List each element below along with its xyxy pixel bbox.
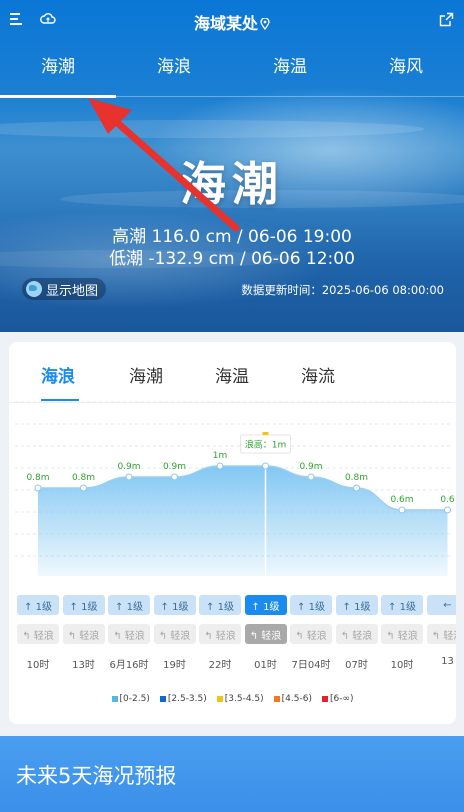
tab-temperature[interactable]: 海温 bbox=[232, 52, 348, 77]
wave-level-chip[interactable]: ↰ 轻浪 bbox=[426, 624, 456, 644]
show-map-button[interactable]: 显示地图 bbox=[22, 278, 107, 300]
legend-item: [0-2.5) bbox=[111, 694, 150, 704]
data-point bbox=[216, 462, 224, 470]
time-label: 10时 bbox=[26, 660, 50, 671]
data-point bbox=[80, 484, 87, 492]
wind-direction-chip[interactable]: ↑ 1级 bbox=[17, 595, 59, 615]
time-label: 22时 bbox=[208, 660, 232, 671]
legend-item: [2.5-3.5) bbox=[159, 694, 207, 704]
wave-area-fill bbox=[38, 466, 448, 576]
legend-label: [6-∞) bbox=[329, 694, 354, 704]
data-point bbox=[34, 484, 42, 492]
time-label: 10时 bbox=[390, 660, 414, 671]
wind-direction-chip[interactable]: ↑ 1级 bbox=[290, 595, 332, 615]
legend-swatch bbox=[321, 696, 328, 702]
wave-card: 海浪 海潮 海温 海流 0.8m 0.8m 0.9m 0.9m 1m 0.9m 0.8m 0.… bbox=[9, 342, 456, 724]
forecast-5day-button[interactable]: 未来5天海况预报 bbox=[0, 736, 464, 812]
data-label: 0.6m bbox=[390, 495, 413, 505]
time-label: 01时 bbox=[254, 660, 277, 671]
show-map-label: 显示地图 bbox=[46, 283, 99, 299]
data-point bbox=[307, 473, 315, 481]
wind-direction-chip[interactable]: ↑ 1级 bbox=[108, 595, 150, 615]
data-point bbox=[444, 506, 451, 514]
wind-direction-chip[interactable]: ↑ 1级 bbox=[199, 595, 241, 615]
legend-label: [2.5-3.5) bbox=[167, 694, 207, 704]
time-label: 07时 bbox=[345, 660, 368, 671]
wave-decoration bbox=[0, 120, 424, 138]
legend-label: [3.5-4.5) bbox=[224, 694, 264, 704]
data-label: 0.8m bbox=[345, 473, 368, 483]
globe-icon bbox=[26, 281, 42, 297]
wave-level-chip[interactable]: ↰ 轻浪 bbox=[199, 624, 241, 644]
hero-banner: 海域某处 海潮 海浪 海温 海风 海潮 高潮 116.0 cm / 06-06 … bbox=[0, 0, 464, 332]
time-label: 6月16时 bbox=[109, 660, 149, 671]
data-point bbox=[353, 484, 360, 492]
tab-wind[interactable]: 海风 bbox=[348, 52, 464, 77]
tooltip-marker bbox=[262, 432, 269, 435]
wind-direction-chip[interactable]: ↑ 1级 bbox=[62, 595, 105, 615]
tab-wave[interactable]: 海浪 bbox=[116, 52, 232, 77]
data-label: 0.8m bbox=[72, 473, 95, 483]
wave-level-chip[interactable]: ↰ 轻浪 bbox=[244, 624, 287, 644]
legend-swatch bbox=[273, 696, 280, 702]
wind-direction-chip[interactable]: ↑ 1级 bbox=[381, 595, 423, 615]
data-label: 0.9m bbox=[299, 462, 322, 472]
wave-level-row: ↰ 轻浪↰ 轻浪↰ 轻浪↰ 轻浪↰ 轻浪↰ 轻浪↰ 轻浪↰ 轻浪↰ 轻浪↰ 轻浪 bbox=[9, 624, 456, 644]
time-label: 7日04时 bbox=[291, 660, 331, 671]
data-point bbox=[398, 506, 406, 514]
legend-item: [3.5-4.5) bbox=[216, 694, 264, 704]
tab-active-indicator bbox=[0, 95, 116, 98]
top-bar: 海域某处 bbox=[0, 0, 464, 42]
tooltip-text: 浪高：1m bbox=[245, 439, 287, 451]
location-pin-icon bbox=[260, 18, 270, 30]
legend-label: [4.5-6) bbox=[281, 694, 312, 704]
legend-swatch bbox=[111, 696, 118, 702]
data-label: 0.6 bbox=[440, 495, 455, 505]
data-label: 1m bbox=[213, 451, 228, 461]
tab-tide[interactable]: 海潮 bbox=[0, 52, 116, 77]
wind-direction-chip[interactable]: ← bbox=[426, 595, 456, 615]
wave-level-chip[interactable]: ↰ 轻浪 bbox=[153, 624, 196, 644]
wave-level-chip[interactable]: ↰ 轻浪 bbox=[290, 624, 332, 644]
data-point bbox=[125, 473, 133, 481]
wind-direction-row: ↑ 1级 ↑ 1级 ↑ 1级 ↑ 1级 ↑ 1级 ↑ 1级 ↑ 1级 ↑ 1级 ↑ 1级 ← bbox=[9, 595, 456, 615]
wind-direction-chip[interactable]: ↑ 1级 bbox=[335, 595, 378, 615]
low-tide-info: 低潮 -132.9 cm / 06-06 12:00 bbox=[109, 249, 355, 269]
location-title: 海域某处 bbox=[193, 14, 258, 33]
data-point bbox=[262, 462, 269, 470]
wave-level-chip[interactable]: ↰ 轻浪 bbox=[335, 624, 378, 644]
wave-level-chip[interactable]: ↰ 轻浪 bbox=[17, 624, 59, 644]
wave-height-legend: [0-2.5) [2.5-3.5) [3.5-4.5) [4.5-6) [6-∞) bbox=[9, 694, 456, 704]
wind-direction-chip[interactable]: ↑ 1级 bbox=[153, 595, 196, 615]
wave-level-chip[interactable]: ↰ 轻浪 bbox=[108, 624, 150, 644]
legend-swatch bbox=[159, 696, 166, 702]
hero-title: 海潮 bbox=[180, 157, 284, 211]
data-label: 0.9m bbox=[117, 462, 140, 472]
location-selector[interactable]: 海域某处 bbox=[0, 10, 464, 34]
main-tabs: 海潮 海浪 海温 海风 bbox=[0, 52, 464, 98]
time-label: 19时 bbox=[163, 660, 186, 671]
update-time: 数据更新时间：2025-06-06 08:00:00 bbox=[241, 283, 444, 297]
wind-direction-chip[interactable]: ↑ 1级 bbox=[244, 595, 287, 615]
legend-item: [6-∞) bbox=[321, 694, 354, 704]
data-point bbox=[171, 473, 178, 481]
time-label: 13 bbox=[441, 656, 454, 667]
time-label: 13时 bbox=[72, 660, 95, 671]
data-label: 0.9m bbox=[163, 462, 186, 472]
wave-level-chip[interactable]: ↰ 轻浪 bbox=[62, 624, 105, 644]
time-axis-row: 10时 13时 6月16时 19时 22时 01时 7日04时 07时 10时 13 bbox=[9, 656, 456, 676]
share-icon[interactable] bbox=[439, 12, 454, 27]
wave-level-chip[interactable]: ↰ 轻浪 bbox=[381, 624, 423, 644]
legend-item: [4.5-6) bbox=[273, 694, 312, 704]
forecast-label: 未来5天海况预报 bbox=[16, 764, 177, 788]
legend-label: [0-2.5) bbox=[119, 694, 150, 704]
data-label: 0.8m bbox=[26, 473, 49, 483]
legend-swatch bbox=[216, 696, 223, 702]
